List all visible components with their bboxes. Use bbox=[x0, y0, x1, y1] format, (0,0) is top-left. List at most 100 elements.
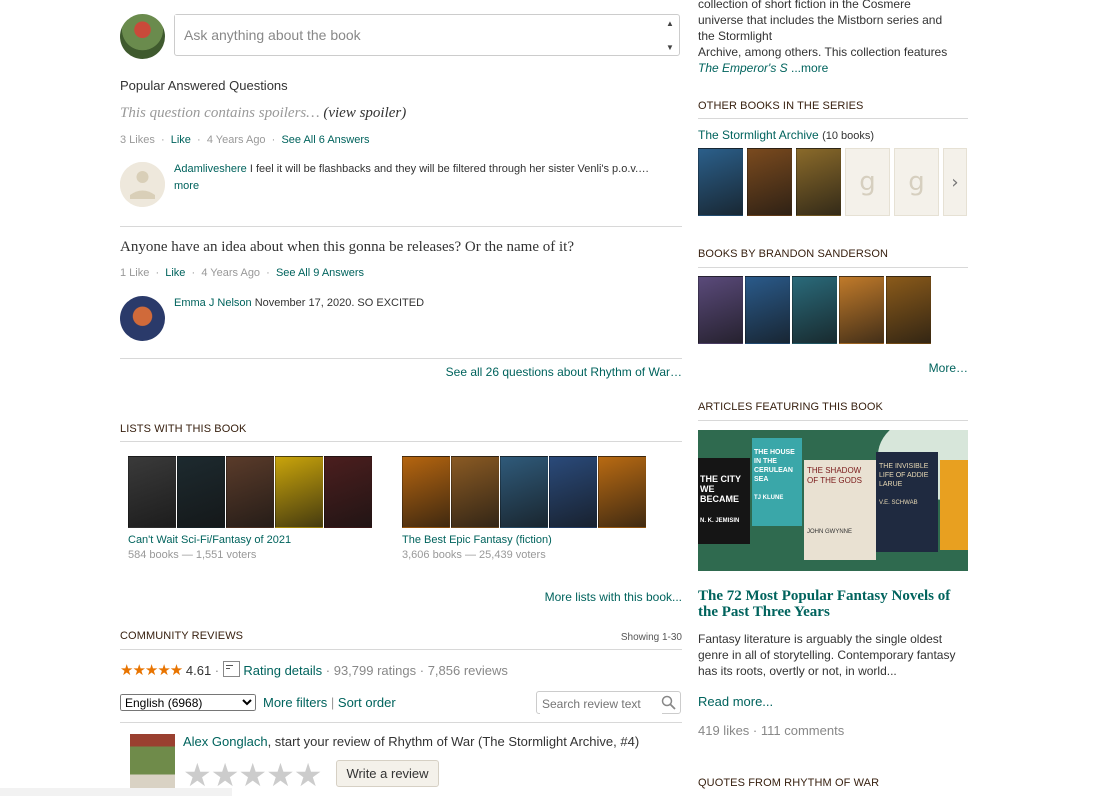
see-all-questions-link[interactable]: See all 26 questions about Rhythm of War… bbox=[446, 365, 682, 379]
textarea-scroll-arrows[interactable]: ▲ ▼ bbox=[664, 18, 676, 52]
author-book-cover[interactable] bbox=[886, 276, 931, 344]
likes-count: 3 Likes bbox=[120, 134, 155, 146]
book-cover[interactable] bbox=[549, 456, 597, 528]
book-cover[interactable] bbox=[451, 456, 499, 528]
question-1: This question contains spoilers… (view s… bbox=[120, 105, 406, 122]
book-cover[interactable] bbox=[598, 456, 646, 528]
user-photo[interactable] bbox=[130, 734, 175, 796]
ask-question-box[interactable]: ▲▼ bbox=[174, 14, 680, 56]
review-search-input[interactable] bbox=[540, 693, 662, 714]
list-title[interactable]: The Best Epic Fantasy (fiction) bbox=[402, 534, 646, 546]
list-covers[interactable] bbox=[128, 456, 372, 528]
divider bbox=[120, 358, 682, 359]
start-review-text: , start your review of Rhythm of War (Th… bbox=[267, 734, 640, 749]
quotes-heading: QUOTES FROM RHYTHM OF WAR bbox=[698, 777, 880, 789]
article-excerpt: Fantasy literature is arguably the singl… bbox=[698, 632, 956, 678]
series-name-link[interactable]: The Stormlight Archive bbox=[698, 128, 819, 142]
list-card-2[interactable]: The Best Epic Fantasy (fiction) 3,606 bo… bbox=[402, 456, 646, 561]
answer-more-link[interactable]: more bbox=[174, 180, 199, 192]
book-cover[interactable] bbox=[275, 456, 323, 528]
article-title-link[interactable]: The 72 Most Popular Fantasy Novels of th… bbox=[698, 588, 968, 620]
series-carousel[interactable]: g g › bbox=[698, 148, 968, 216]
author-book-cover[interactable] bbox=[745, 276, 790, 344]
see-all-answers-link[interactable]: See All 6 Answers bbox=[281, 134, 369, 146]
answer-text: I feel it will be flashbacks and they wi… bbox=[249, 163, 650, 175]
like-link[interactable]: Like bbox=[165, 267, 185, 279]
divider bbox=[120, 722, 682, 723]
answer-user-link[interactable]: Emma J Nelson bbox=[174, 297, 252, 309]
article-banner-image[interactable]: THE CITY WE BECAME N. K. JEMISIN THE HOUS… bbox=[698, 430, 968, 571]
list-title[interactable]: Can't Wait Sci-Fi/Fantasy of 2021 bbox=[128, 534, 372, 546]
series-count: (10 books) bbox=[822, 130, 875, 142]
like-link[interactable]: Like bbox=[171, 134, 191, 146]
reviews-count: 7,856 reviews bbox=[427, 663, 508, 678]
book-cover[interactable] bbox=[226, 456, 274, 528]
read-more-link[interactable]: Read more... bbox=[698, 694, 773, 709]
book-cover[interactable] bbox=[500, 456, 548, 528]
rating-details-link[interactable]: Rating details bbox=[243, 663, 322, 678]
book-cover[interactable] bbox=[402, 456, 450, 528]
banner-book-2: THE HOUSE IN THE CERULEAN SEA TJ KLUNE bbox=[752, 438, 802, 526]
sort-order-link[interactable]: Sort order bbox=[338, 695, 396, 710]
search-icon[interactable] bbox=[661, 695, 676, 710]
description-line: collection of short fiction in the Cosme… bbox=[698, 0, 911, 11]
start-review-prompt: Alex Gonglach, start your review of Rhyt… bbox=[183, 734, 639, 749]
series-book-cover[interactable] bbox=[747, 148, 792, 216]
divider bbox=[698, 267, 968, 268]
see-all-answers-link[interactable]: See All 9 Answers bbox=[276, 267, 364, 279]
banner-book-4: THE INVISIBLE LIFE OF ADDIE LARUE V.E. SC… bbox=[876, 452, 938, 552]
list-card-1[interactable]: Can't Wait Sci-Fi/Fantasy of 2021 584 bo… bbox=[128, 456, 372, 561]
book-cover[interactable] bbox=[324, 456, 372, 528]
author-books-covers[interactable] bbox=[698, 276, 931, 344]
language-filter-select[interactable]: English (6968) bbox=[120, 694, 256, 711]
author-book-cover[interactable] bbox=[698, 276, 743, 344]
author-book-cover[interactable] bbox=[839, 276, 884, 344]
write-review-button[interactable]: Write a review bbox=[336, 760, 439, 787]
author-more-link[interactable]: More… bbox=[929, 361, 968, 375]
description-line: universe that includes the Mistborn seri… bbox=[698, 13, 943, 27]
description-more-link[interactable]: ...more bbox=[788, 61, 828, 75]
answer-avatar-placeholder[interactable] bbox=[120, 162, 165, 207]
description-line: Archive, among others. This collection f… bbox=[698, 45, 948, 59]
banner-book-title: THE CITY WE BECAME bbox=[700, 474, 741, 504]
list-covers[interactable] bbox=[402, 456, 646, 528]
question-age: 4 Years Ago bbox=[201, 267, 261, 279]
book-cover[interactable] bbox=[128, 456, 176, 528]
cover-placeholder[interactable]: g bbox=[845, 148, 890, 216]
rating-details-icon[interactable] bbox=[222, 661, 240, 677]
ask-question-input[interactable] bbox=[175, 15, 655, 53]
more-filters-link[interactable]: More filters bbox=[263, 695, 327, 710]
banner-book-author: JOHN GWYNNE bbox=[807, 529, 852, 535]
carousel-next-arrow[interactable]: › bbox=[943, 148, 967, 216]
average-rating: 4.61 bbox=[185, 663, 212, 678]
cover-placeholder[interactable]: g bbox=[894, 148, 939, 216]
answer-user-link[interactable]: Adamliveshere bbox=[174, 163, 247, 175]
banner-book-title: THE INVISIBLE LIFE OF ADDIE LARUE bbox=[879, 463, 929, 488]
reader-icon bbox=[120, 162, 165, 207]
spoiler-notice: This question contains spoilers… bbox=[120, 105, 320, 121]
series-book-cover[interactable] bbox=[796, 148, 841, 216]
divider bbox=[120, 441, 682, 442]
book-cover[interactable] bbox=[177, 456, 225, 528]
lists-heading: LISTS WITH THIS BOOK bbox=[120, 423, 247, 435]
series-book-cover[interactable] bbox=[698, 148, 743, 216]
banner-book-title: THE HOUSE IN THE CERULEAN SEA bbox=[754, 449, 795, 483]
book-description-excerpt: collection of short fiction in the Cosme… bbox=[698, 0, 968, 76]
more-lists-link[interactable]: More lists with this book... bbox=[545, 590, 682, 604]
question-2[interactable]: Anyone have an idea about when this gonn… bbox=[120, 239, 574, 256]
list-meta: 3,606 books — 25,439 voters bbox=[402, 549, 546, 561]
answer-text: November 17, 2020. SO EXCITED bbox=[254, 297, 425, 309]
answer-2: Emma J Nelson November 17, 2020. SO EXCI… bbox=[174, 295, 424, 312]
description-italic-link[interactable]: The Emperor's S bbox=[698, 61, 788, 75]
view-spoiler-link[interactable]: (view spoiler) bbox=[323, 105, 406, 121]
review-user-link[interactable]: Alex Gonglach bbox=[183, 734, 268, 749]
series-covers[interactable] bbox=[698, 148, 841, 216]
showing-range: Showing 1-30 bbox=[620, 632, 682, 643]
answer-user-avatar[interactable] bbox=[120, 296, 165, 341]
series-title-row: The Stormlight Archive (10 books) bbox=[698, 128, 874, 142]
author-book-cover[interactable] bbox=[792, 276, 837, 344]
review-search-box[interactable] bbox=[536, 691, 681, 714]
divider bbox=[698, 118, 968, 119]
banner-book-author: V.E. SCHWAB bbox=[879, 500, 918, 506]
status-strip bbox=[0, 788, 232, 796]
